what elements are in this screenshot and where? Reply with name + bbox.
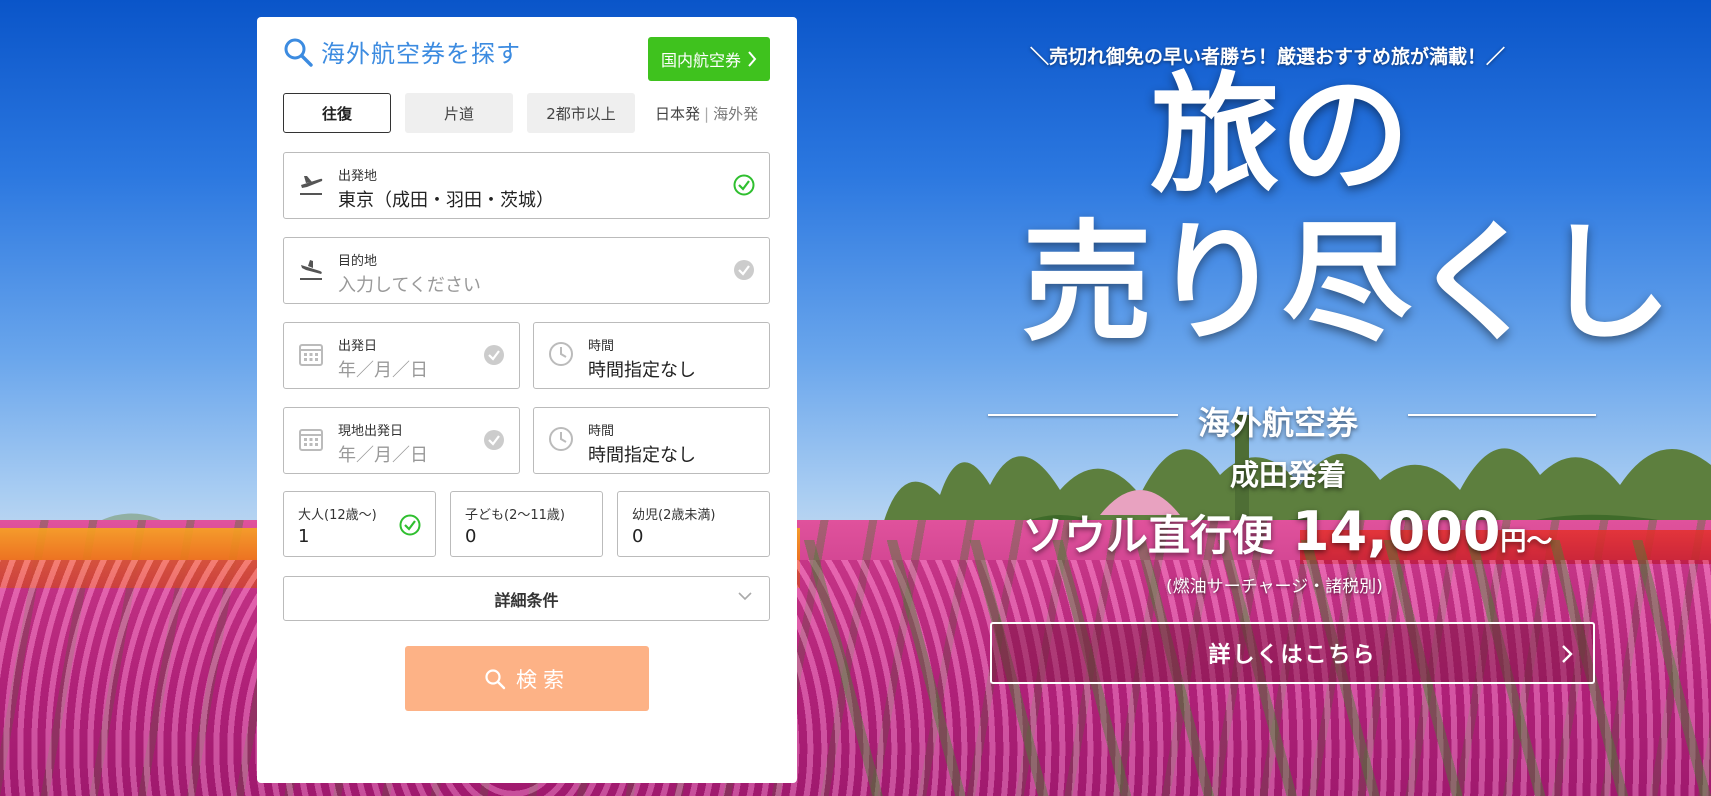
depart-time-value: 時間指定なし [588,360,696,381]
promo-headline-2: 売り尽くし [1022,207,1673,359]
promo-deal: ソウル直行便 14,000 円～ [1022,500,1552,563]
landing-icon [300,260,322,280]
chevron-down-icon [738,592,752,601]
promo-details-label: 詳しくはこちら [1208,643,1377,668]
tab-one-way[interactable]: 片道 [405,93,513,133]
promo-destination: ソウル直行便 [1022,511,1275,560]
clock-icon [549,427,573,451]
infant-count-field[interactable]: 幼児(2歳未満) 0 [617,491,770,557]
departure-label: 出発地 [338,169,378,184]
calendar-icon [299,429,323,451]
depart-time-label: 時間 [588,339,615,354]
return-date-label: 現地出発日 [338,424,404,439]
departure-field[interactable]: 出発地 東京（成田・羽田・茨城） [283,152,770,219]
infant-value: 0 [632,526,644,547]
return-date-field[interactable]: 現地出発日 年／月／日 [283,407,520,474]
clock-icon [549,342,573,366]
check-circle-icon [733,174,755,196]
adult-value: 1 [298,526,310,547]
tab-multi-city[interactable]: 2都市以上 [527,93,635,133]
search-button-label: 検索 [516,667,570,692]
calendar-icon [299,344,323,366]
origin-overseas-link[interactable]: 海外発 [713,105,758,123]
child-count-field[interactable]: 子ども(2～11歳) 0 [450,491,603,557]
destination-field[interactable]: 目的地 入力してください [283,237,770,304]
check-circle-icon [484,345,504,365]
return-time-value: 時間指定なし [588,445,696,466]
promo-category: 海外航空券 [1198,404,1359,442]
return-time-field[interactable]: 時間 時間指定なし [533,407,770,474]
depart-date-input[interactable]: 年／月／日 [338,356,428,382]
origin-japan-link[interactable]: 日本発 [655,105,700,123]
departure-value: 東京（成田・羽田・茨城） [338,190,554,211]
promo-details-button[interactable]: 詳しくはこちら [990,622,1595,684]
domestic-flights-label: 国内航空券 [660,51,741,70]
promo-price: 14,000 [1292,500,1501,563]
promo-headline-1: 旅の [1150,59,1411,211]
child-label: 子ども(2～11歳) [465,508,565,523]
check-circle-icon [399,514,421,536]
depart-date-label: 出発日 [338,339,378,354]
detail-conditions-toggle[interactable]: 詳細条件 [283,576,770,621]
return-date-input[interactable]: 年／月／日 [338,441,428,467]
depart-date-field[interactable]: 出発日 年／月／日 [283,322,520,389]
panel-title-text: 海外航空券を探す [321,40,521,68]
chevron-right-icon [1562,645,1573,663]
destination-input[interactable]: 入力してください [338,271,481,297]
promo-route: 成田発着 [1230,458,1347,492]
return-time-label: 時間 [588,424,615,439]
adult-label: 大人(12歳～) [298,508,377,523]
adult-count-field[interactable]: 大人(12歳～) 1 [283,491,436,557]
takeoff-icon [300,176,323,195]
promo-divider-right [1408,414,1596,416]
domestic-flights-button[interactable]: 国内航空券 [648,37,770,81]
origin-separator: | [704,105,710,123]
search-icon [485,668,506,689]
depart-time-field[interactable]: 時間 時間指定なし [533,322,770,389]
destination-label: 目的地 [338,254,378,269]
panel-title: 海外航空券を探す [283,34,521,69]
promo-note: (燃油サーチャージ・諸税別) [1166,577,1383,597]
flight-search-panel: 海外航空券を探す 国内航空券 往復 片道 2都市以上 日本発 | 海外発 出発地 東… [257,17,797,783]
promo-price-suffix: 円～ [1500,527,1553,557]
infant-label: 幼児(2歳未満) [632,508,716,523]
search-icon [284,38,313,67]
search-button[interactable]: 検索 [405,646,649,711]
tab-round-trip[interactable]: 往復 [283,93,391,133]
check-circle-icon [484,430,504,450]
child-value: 0 [465,526,477,547]
promo-divider-left [988,414,1178,416]
chevron-right-icon [748,51,757,67]
detail-conditions-label: 詳細条件 [494,590,559,610]
check-circle-icon [734,260,754,280]
origin-switch: 日本発 | 海外発 [655,103,758,124]
